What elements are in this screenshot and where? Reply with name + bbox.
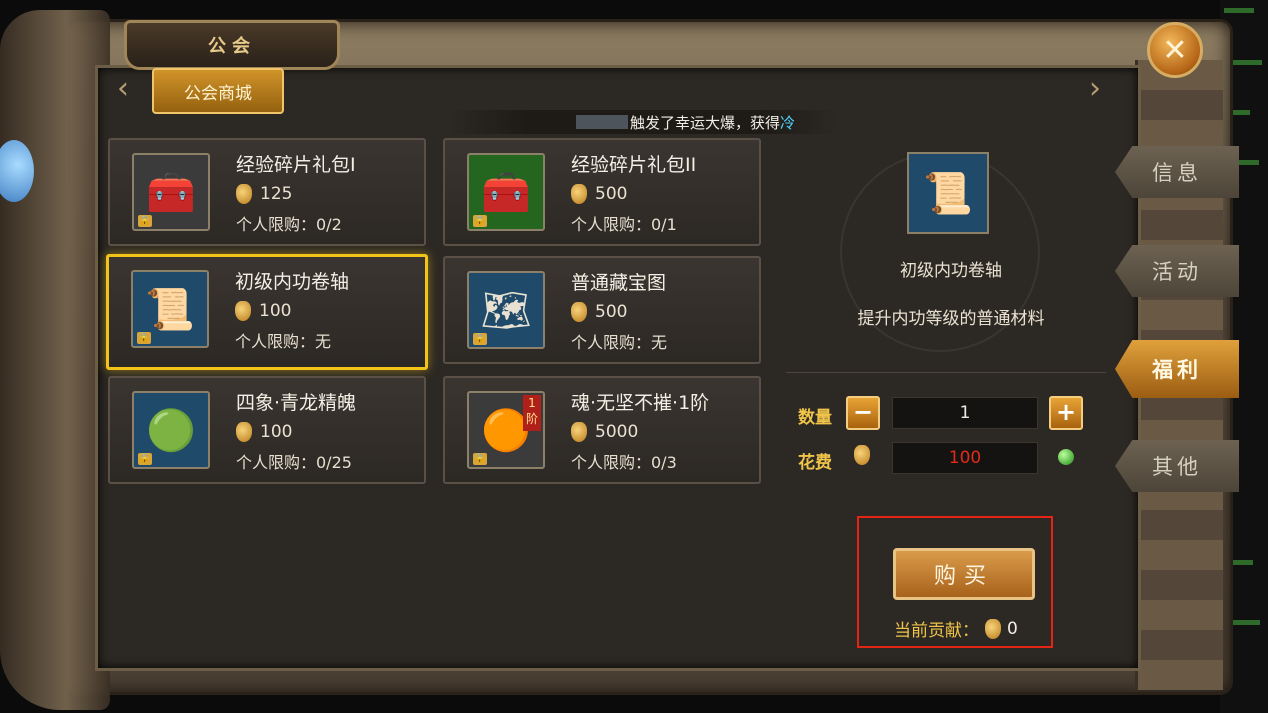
side-tab[interactable]: 福利 [1115,340,1239,398]
item-price-value: 100 [260,422,293,442]
side-tab[interactable]: 信息 [1115,146,1239,198]
item-price: 125 [236,184,292,204]
lock-icon: 🔒 [473,215,487,227]
status-gem-icon [1058,449,1074,465]
item-name: 经验碎片礼包I [236,154,356,176]
decrease-quantity-button[interactable]: − [846,396,880,430]
item-card[interactable]: 🟠 🔒 1 阶 魂·无坚不摧·1阶 5000 个人限购：0/3 [443,376,761,484]
lock-icon: 🔒 [473,453,487,465]
current-contribution: 当前贡献： 0 [894,616,1018,641]
scroll-icon: 📜 🔒 [131,270,209,348]
item-price: 500 [571,184,627,204]
contribution-coin-icon [854,445,870,465]
cost-label: 花费 [798,453,832,473]
divider [786,372,1106,373]
item-price: 500 [571,302,627,322]
item-price-value: 500 [595,184,628,204]
item-price-value: 125 [260,184,293,204]
item-price-value: 500 [595,302,628,322]
item-purchase-limit: 个人限购：无 [235,332,332,351]
close-x-icon[interactable]: ✕ [1147,22,1203,78]
item-price: 100 [235,301,291,321]
item-price: 100 [236,422,292,442]
item-detail-panel: 📜 初级内功卷轴 提升内功等级的普通材料 数量 − 1 + 花费 100 购买 … [776,138,1116,658]
item-purchase-limit: 个人限购：无 [571,333,668,352]
item-name: 经验碎片礼包II [571,154,697,176]
blurred-player-name [576,115,628,129]
green-dragon-orb-icon: 🟢 🔒 [132,391,210,469]
item-price-value: 100 [259,301,292,321]
item-card[interactable]: 🧰 🔒 经验碎片礼包I 125 个人限购：0/2 [108,138,426,246]
ticker-text: 触发了幸运大爆，获得 [630,113,781,132]
item-name: 初级内功卷轴 [235,271,350,293]
side-tab[interactable]: 其他 [1115,440,1239,492]
item-card[interactable]: 🧰 🔒 经验碎片礼包II 500 个人限购：0/1 [443,138,761,246]
red-gold-chest-icon: 🧰 🔒 [467,153,545,231]
item-purchase-limit: 个人限购：0/1 [571,215,677,234]
detail-item-name: 初级内功卷轴 [900,261,1002,281]
contribution-coin-icon [571,184,587,204]
item-purchase-limit: 个人限购：0/3 [571,453,677,472]
item-card[interactable]: 📜 🔒 初级内功卷轴 100 个人限购：无 [106,254,428,370]
scroll-icon: 📜 [907,152,989,234]
detail-item-description: 提升内功等级的普通材料 [857,309,1045,329]
item-price: 5000 [571,422,638,442]
item-card[interactable]: 🟢 🔒 四象·青龙精魄 100 个人限购：0/25 [108,376,426,484]
contribution-coin-icon [571,302,587,322]
broadcast-ticker: 触发了幸运大爆，获得 冷 [448,110,838,134]
item-purchase-limit: 个人限购：0/2 [236,215,342,234]
quantity-label: 数量 [798,408,832,428]
treasure-map-icon: 🗺 🔒 [467,271,545,349]
contribution-value: 0 [1007,618,1018,639]
buy-button[interactable]: 购买 [893,548,1035,600]
contribution-coin-icon [571,422,587,442]
contribution-coin-icon [235,301,251,321]
lock-icon: 🔒 [137,332,151,344]
lock-icon: 🔒 [138,215,152,227]
contribution-label: 当前贡献： [894,621,979,641]
tier-badge: 1 阶 [523,395,541,431]
item-name: 魂·无坚不摧·1阶 [571,392,710,414]
orange-soul-orb-icon: 🟠 🔒 1 阶 [467,391,545,469]
item-name: 四象·青龙精魄 [236,392,357,414]
cost-field: 100 [892,442,1038,474]
item-card[interactable]: 🗺 🔒 普通藏宝图 500 个人限购：无 [443,256,761,364]
quantity-field[interactable]: 1 [892,397,1038,429]
item-purchase-limit: 个人限购：0/25 [236,453,352,472]
ticker-highlight: 冷 [780,113,796,132]
contribution-coin-icon [985,618,1001,639]
lock-icon: 🔒 [473,333,487,345]
window-title: 公会 [124,20,340,70]
next-tab-arrow-icon[interactable]: › [1080,70,1110,108]
lock-icon: 🔒 [138,453,152,465]
item-price-value: 5000 [595,422,639,442]
increase-quantity-button[interactable]: + [1049,396,1083,430]
item-name: 普通藏宝图 [571,272,667,294]
side-tab[interactable]: 活动 [1115,245,1239,297]
prev-tab-arrow-icon[interactable]: ‹ [108,70,138,108]
contribution-coin-icon [236,422,252,442]
tab-guild-shop[interactable]: 公会商城 [152,68,284,114]
contribution-coin-icon [236,184,252,204]
blue-gold-chest-icon: 🧰 🔒 [132,153,210,231]
dragon-ornament-icon [0,10,110,710]
